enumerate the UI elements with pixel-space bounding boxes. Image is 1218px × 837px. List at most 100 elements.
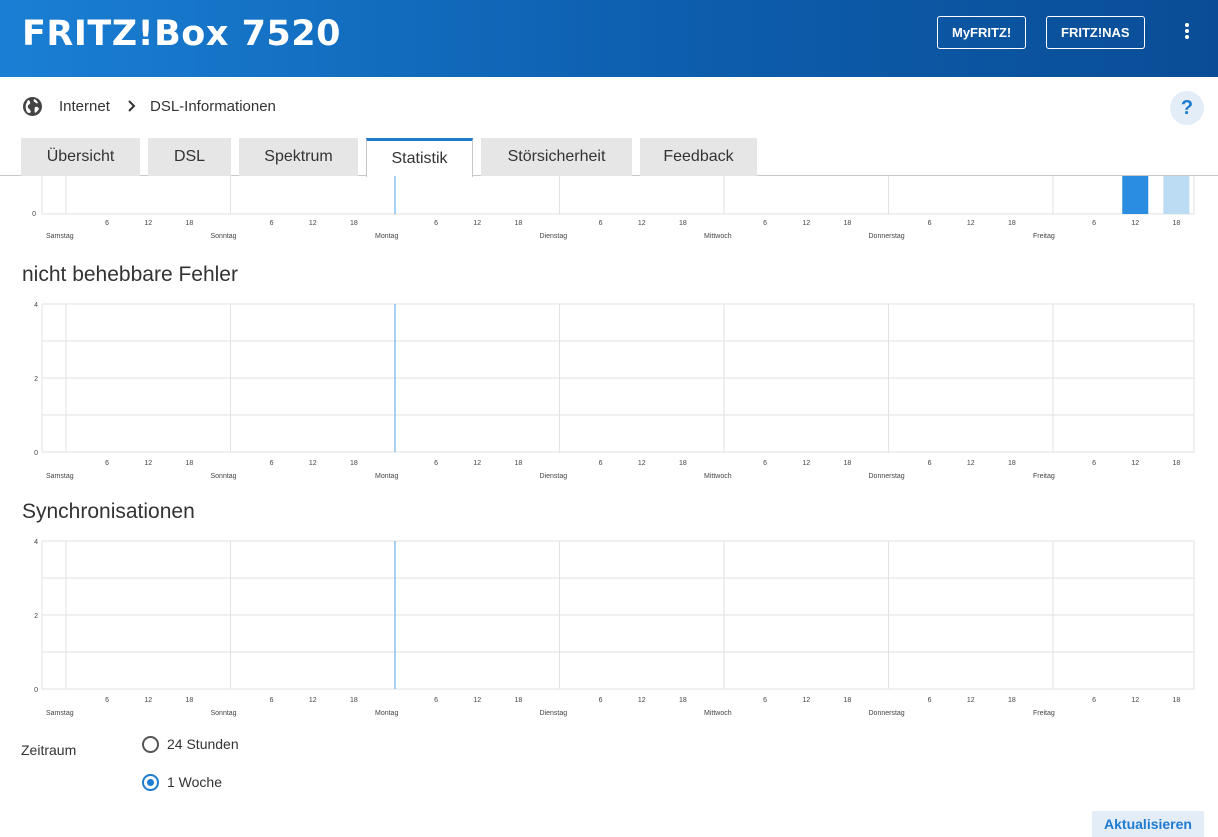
- more-vertical-icon[interactable]: [1176, 22, 1198, 44]
- hour-tick-label: 12: [638, 697, 646, 704]
- hour-tick-label: 12: [473, 460, 481, 467]
- hour-tick-label: 18: [514, 220, 522, 227]
- hour-tick-label: 6: [434, 697, 438, 704]
- hour-tick-label: 18: [679, 460, 687, 467]
- day-label: Freitag: [1033, 710, 1055, 717]
- period-option-1week[interactable]: 1 Woche: [142, 773, 242, 793]
- hour-tick-label: 6: [1092, 460, 1096, 467]
- hour-tick-label: 12: [309, 220, 317, 227]
- tab-feedback[interactable]: Feedback: [640, 138, 757, 176]
- breadcrumb-internet[interactable]: Internet: [59, 98, 110, 115]
- hour-tick-label: 12: [802, 460, 810, 467]
- hour-tick-label: 12: [309, 697, 317, 704]
- hour-tick-label: 6: [270, 697, 274, 704]
- hour-tick-label: 6: [763, 697, 767, 704]
- fritznas-button[interactable]: FRITZ!NAS: [1046, 16, 1145, 49]
- radio-button-checked[interactable]: [142, 774, 159, 791]
- y-tick-label: 0: [34, 450, 38, 457]
- hour-tick-label: 6: [105, 697, 109, 704]
- y-tick-label: 4: [34, 302, 38, 309]
- tab-uebersicht[interactable]: Übersicht: [21, 138, 140, 176]
- day-label: Montag: [375, 710, 398, 717]
- hour-tick-label: 18: [514, 697, 522, 704]
- day-label: Samstag: [46, 473, 74, 480]
- globe-icon: [23, 97, 42, 116]
- hour-tick-label: 6: [928, 697, 932, 704]
- radio-button[interactable]: [142, 736, 159, 753]
- chevron-right-icon: [128, 100, 136, 112]
- day-label: Sonntag: [211, 233, 237, 240]
- day-label: Donnerstag: [869, 710, 905, 717]
- y-tick-label: 4: [34, 539, 38, 546]
- hour-tick-label: 6: [270, 460, 274, 467]
- hour-tick-label: 12: [638, 220, 646, 227]
- tab-dsl[interactable]: DSL: [148, 138, 231, 176]
- hour-tick-label: 12: [144, 697, 152, 704]
- hour-tick-label: 6: [599, 460, 603, 467]
- chart-top-partial: Samstag 6 12 18 Sonntag 6 12 18 Montag 6 12 18 Diens…: [32, 176, 1195, 240]
- tab-stoersicherheit[interactable]: Störsicherheit: [481, 138, 632, 176]
- hour-tick-label: 18: [1172, 697, 1180, 704]
- tab-statistik[interactable]: Statistik: [366, 138, 473, 177]
- tab-bar: Übersicht DSL Spektrum Statistik Störsic…: [0, 138, 1218, 177]
- day-label: Donnerstag: [869, 233, 905, 240]
- period-option-24h[interactable]: 24 Stunden: [142, 735, 262, 755]
- hour-tick-label: 18: [1008, 220, 1016, 227]
- day-label: Montag: [375, 233, 398, 240]
- day-label: Sonntag: [211, 473, 237, 480]
- hour-tick-label: 6: [270, 220, 274, 227]
- day-label: Freitag: [1033, 473, 1055, 480]
- data-bar: [1163, 176, 1190, 214]
- day-label: Mittwoch: [704, 710, 732, 717]
- myfritz-button[interactable]: MyFRITZ!: [937, 16, 1027, 49]
- hour-tick-label: 18: [350, 460, 358, 467]
- day-label: Montag: [375, 473, 398, 480]
- product-title: FRITZ!Box 7520: [22, 14, 341, 54]
- hour-tick-label: 18: [350, 697, 358, 704]
- y-tick-label: 0: [34, 687, 38, 694]
- day-label: Freitag: [1033, 233, 1055, 240]
- hour-tick-label: 6: [763, 460, 767, 467]
- day-label: Dienstag: [540, 473, 568, 480]
- hour-tick-label: 12: [144, 460, 152, 467]
- day-label: Samstag: [46, 233, 74, 240]
- hour-tick-label: 12: [1131, 697, 1139, 704]
- y-tick-label: 2: [34, 376, 38, 383]
- day-label: Donnerstag: [869, 473, 905, 480]
- hour-tick-label: 12: [1131, 460, 1139, 467]
- tab-spektrum[interactable]: Spektrum: [239, 138, 358, 176]
- y-tick-label: 0: [32, 211, 36, 218]
- day-label: Dienstag: [540, 233, 568, 240]
- hour-tick-label: 12: [967, 460, 975, 467]
- data-bar: [1122, 176, 1149, 214]
- section-title-uncorrectable-errors: nicht behebbare Fehler: [22, 263, 238, 286]
- chart-uncorrectable-errors: Samstag 6 12 18 Sonntag 6 12 18 Montag 6 12 18 Diens…: [34, 302, 1195, 480]
- hour-tick-label: 6: [434, 460, 438, 467]
- y-tick-label: 2: [34, 613, 38, 620]
- hour-tick-label: 6: [105, 460, 109, 467]
- hour-tick-label: 6: [928, 220, 932, 227]
- hour-tick-label: 18: [185, 220, 193, 227]
- hour-tick-label: 6: [763, 220, 767, 227]
- refresh-button[interactable]: Aktualisieren: [1092, 811, 1204, 837]
- day-label: Dienstag: [540, 710, 568, 717]
- day-label: Sonntag: [211, 710, 237, 717]
- hour-tick-label: 18: [1172, 460, 1180, 467]
- hour-tick-label: 12: [144, 220, 152, 227]
- hour-tick-label: 12: [638, 460, 646, 467]
- section-title-synchronisations: Synchronisationen: [22, 500, 195, 523]
- day-label: Mittwoch: [704, 233, 732, 240]
- chart-synchronisations: Samstag 6 12 18 Sonntag 6 12 18 Montag 6 12 18 Diens…: [34, 539, 1195, 717]
- hour-tick-label: 18: [843, 697, 851, 704]
- period-label: Zeitraum: [21, 742, 77, 758]
- hour-tick-label: 18: [514, 460, 522, 467]
- hour-tick-label: 12: [473, 697, 481, 704]
- hour-tick-label: 12: [309, 460, 317, 467]
- day-label: Mittwoch: [704, 473, 732, 480]
- help-button[interactable]: ?: [1170, 91, 1204, 125]
- hour-tick-label: 18: [350, 220, 358, 227]
- hour-tick-label: 6: [928, 460, 932, 467]
- hour-tick-label: 6: [1092, 697, 1096, 704]
- hour-tick-label: 6: [105, 220, 109, 227]
- hour-tick-label: 12: [1131, 220, 1139, 227]
